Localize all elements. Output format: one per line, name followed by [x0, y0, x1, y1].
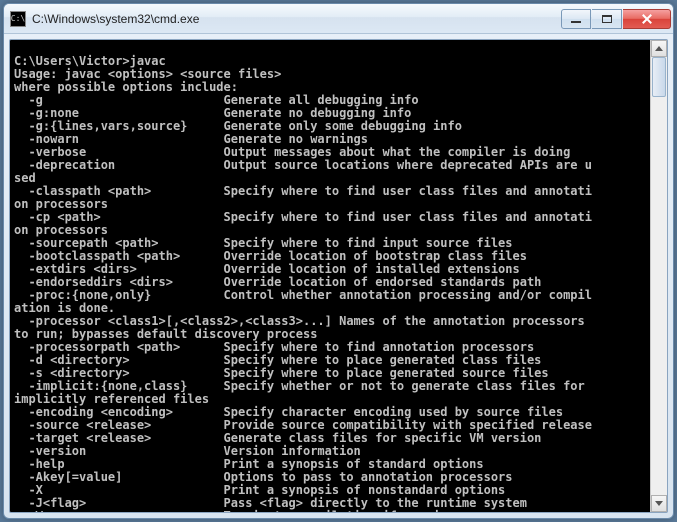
vertical-scrollbar[interactable] [650, 40, 667, 512]
output-line: -deprecation Output source locations whe… [14, 159, 646, 172]
client-area: C:\Users\Victor>javacUsage: javac <optio… [9, 39, 668, 513]
titlebar[interactable]: C:\ C:\Windows\system32\cmd.exe [4, 4, 673, 34]
cmd-icon: C:\ [10, 11, 26, 27]
prompt: C:\Users\Victor> [14, 54, 130, 68]
command-text: javac [130, 54, 166, 68]
minimize-icon [571, 21, 581, 23]
chevron-up-icon [655, 46, 663, 51]
output-line: -cp <path> Specify where to find user cl… [14, 211, 646, 224]
cmd-window: C:\ C:\Windows\system32\cmd.exe C:\Users… [3, 3, 674, 519]
scroll-thumb[interactable] [652, 57, 666, 97]
maximize-icon [602, 15, 612, 23]
output-line: -classpath <path> Specify where to find … [14, 185, 646, 198]
scroll-down-button[interactable] [651, 495, 667, 512]
scroll-track[interactable] [651, 57, 667, 495]
minimize-button[interactable] [561, 9, 591, 29]
close-icon [641, 13, 653, 25]
window-controls [561, 9, 671, 29]
terminal-output[interactable]: C:\Users\Victor>javacUsage: javac <optio… [10, 40, 650, 512]
scroll-up-button[interactable] [651, 40, 667, 57]
maximize-button[interactable] [592, 9, 622, 29]
chevron-down-icon [655, 501, 663, 506]
output-line: -Werror Terminate compilation if warning… [14, 510, 646, 512]
window-title: C:\Windows\system32\cmd.exe [32, 12, 561, 26]
close-button[interactable] [623, 9, 671, 29]
